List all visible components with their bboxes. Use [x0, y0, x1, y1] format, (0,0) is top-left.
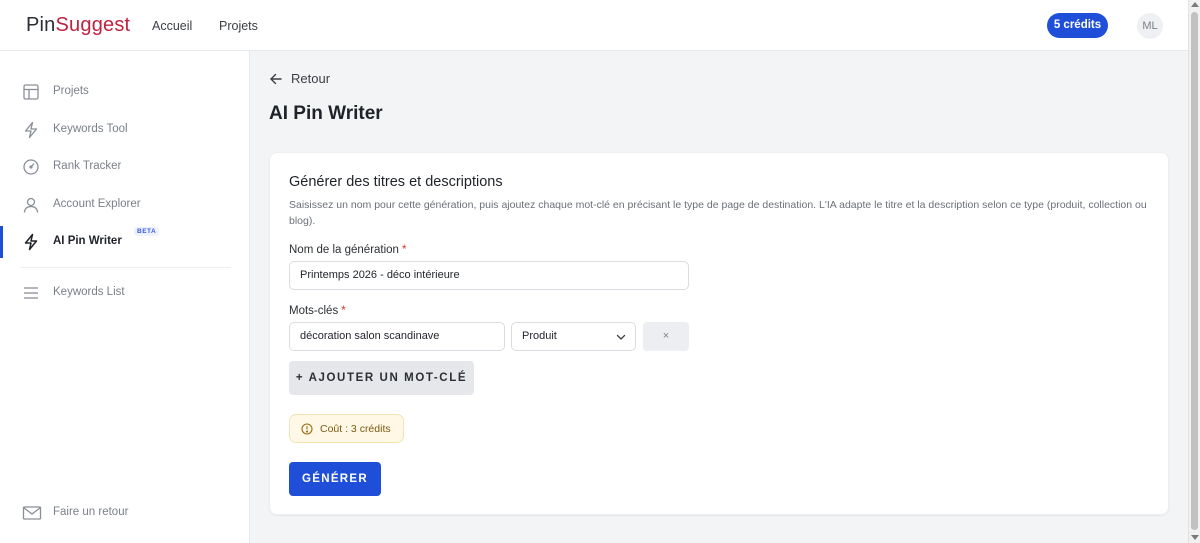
required-mark: *: [341, 305, 346, 317]
cost-text: Coût : 3 crédits: [320, 422, 391, 435]
logo[interactable]: PinSuggest: [26, 14, 130, 37]
remove-keyword-button[interactable]: ×: [643, 322, 689, 351]
sidebar-item-rank-tracker[interactable]: Rank Tracker: [0, 152, 249, 182]
feedback-label: Faire un retour: [53, 506, 129, 518]
name-field-label: Nom de la génération *: [289, 244, 406, 256]
sidebar-item-label: Keywords List: [53, 286, 125, 298]
logo-text-part1: Pin: [26, 14, 56, 36]
generate-button[interactable]: GÉNÉRER: [289, 462, 381, 496]
page-title: AI Pin Writer: [269, 103, 383, 124]
scroll-down-icon[interactable]: [1191, 535, 1199, 540]
alert-circle-icon: [301, 422, 313, 435]
name-label-text: Nom de la génération: [289, 244, 399, 256]
sidebar-item-label: Keywords Tool: [53, 123, 128, 135]
cost-badge: Coût : 3 crédits: [289, 414, 404, 443]
back-link[interactable]: Retour: [269, 71, 330, 86]
beta-badge: BETA: [134, 227, 160, 236]
generation-card: Générer des titres et descriptions Saisi…: [269, 152, 1169, 515]
menu-icon: [22, 284, 40, 302]
scrollbar-thumb[interactable]: [1191, 12, 1198, 530]
feedback-link[interactable]: Faire un retour: [0, 498, 249, 528]
sidebar-item-ai-pin-writer[interactable]: AI Pin Writer BETA: [0, 226, 249, 258]
credits-badge[interactable]: 5 crédits: [1047, 13, 1108, 38]
keywords-field-label: Mots-clés *: [289, 305, 346, 317]
gauge-icon: [22, 158, 40, 176]
card-description: Saisissez un nom pour cette génération, …: [289, 199, 1147, 227]
page-type-select[interactable]: Produit: [511, 322, 636, 351]
page-type-value: Produit: [522, 330, 557, 342]
scroll-up-icon[interactable]: [1191, 2, 1199, 7]
top-bar: PinSuggest Accueil Projets 5 crédits ML: [0, 0, 1188, 51]
back-label: Retour: [291, 71, 331, 86]
keyword-input[interactable]: décoration salon scandinave: [289, 322, 505, 351]
sidebar-item-label: Rank Tracker: [53, 160, 122, 172]
sidebar-item-keywords-list[interactable]: Keywords List: [0, 278, 249, 308]
sidebar: Projets Keywords Tool Rank Tracker Accou…: [0, 51, 250, 543]
add-keyword-button[interactable]: + AJOUTER UN MOT-CLÉ: [289, 361, 474, 395]
layout-icon: [22, 83, 40, 101]
arrow-left-icon: [270, 73, 282, 84]
sidebar-item-label: Account Explorer: [53, 198, 141, 210]
card-title: Générer des titres et descriptions: [289, 174, 503, 190]
sidebar-item-label: Projets: [53, 85, 89, 97]
keywords-label-text: Mots-clés: [289, 305, 339, 317]
divider: [20, 267, 231, 268]
user-icon: [22, 196, 40, 214]
active-indicator: [0, 226, 3, 258]
lightning-icon: [22, 233, 40, 251]
chevron-down-icon: [616, 334, 626, 340]
nav-accueil[interactable]: Accueil: [152, 19, 192, 33]
lightning-icon: [22, 121, 40, 139]
sidebar-item-keywords-tool[interactable]: Keywords Tool: [0, 115, 249, 145]
generation-name-input[interactable]: Printemps 2026 - déco intérieure: [289, 261, 689, 290]
nav-projets[interactable]: Projets: [219, 19, 258, 33]
sidebar-item-account-explorer[interactable]: Account Explorer: [0, 190, 249, 220]
logo-text-part2: Suggest: [55, 14, 131, 36]
required-mark: *: [401, 244, 407, 256]
sidebar-item-label: AI Pin Writer: [53, 235, 122, 247]
scrollbar[interactable]: [1188, 0, 1200, 543]
avatar[interactable]: ML: [1137, 13, 1163, 39]
mail-icon: [22, 504, 42, 522]
sidebar-item-projets[interactable]: Projets: [0, 77, 249, 107]
